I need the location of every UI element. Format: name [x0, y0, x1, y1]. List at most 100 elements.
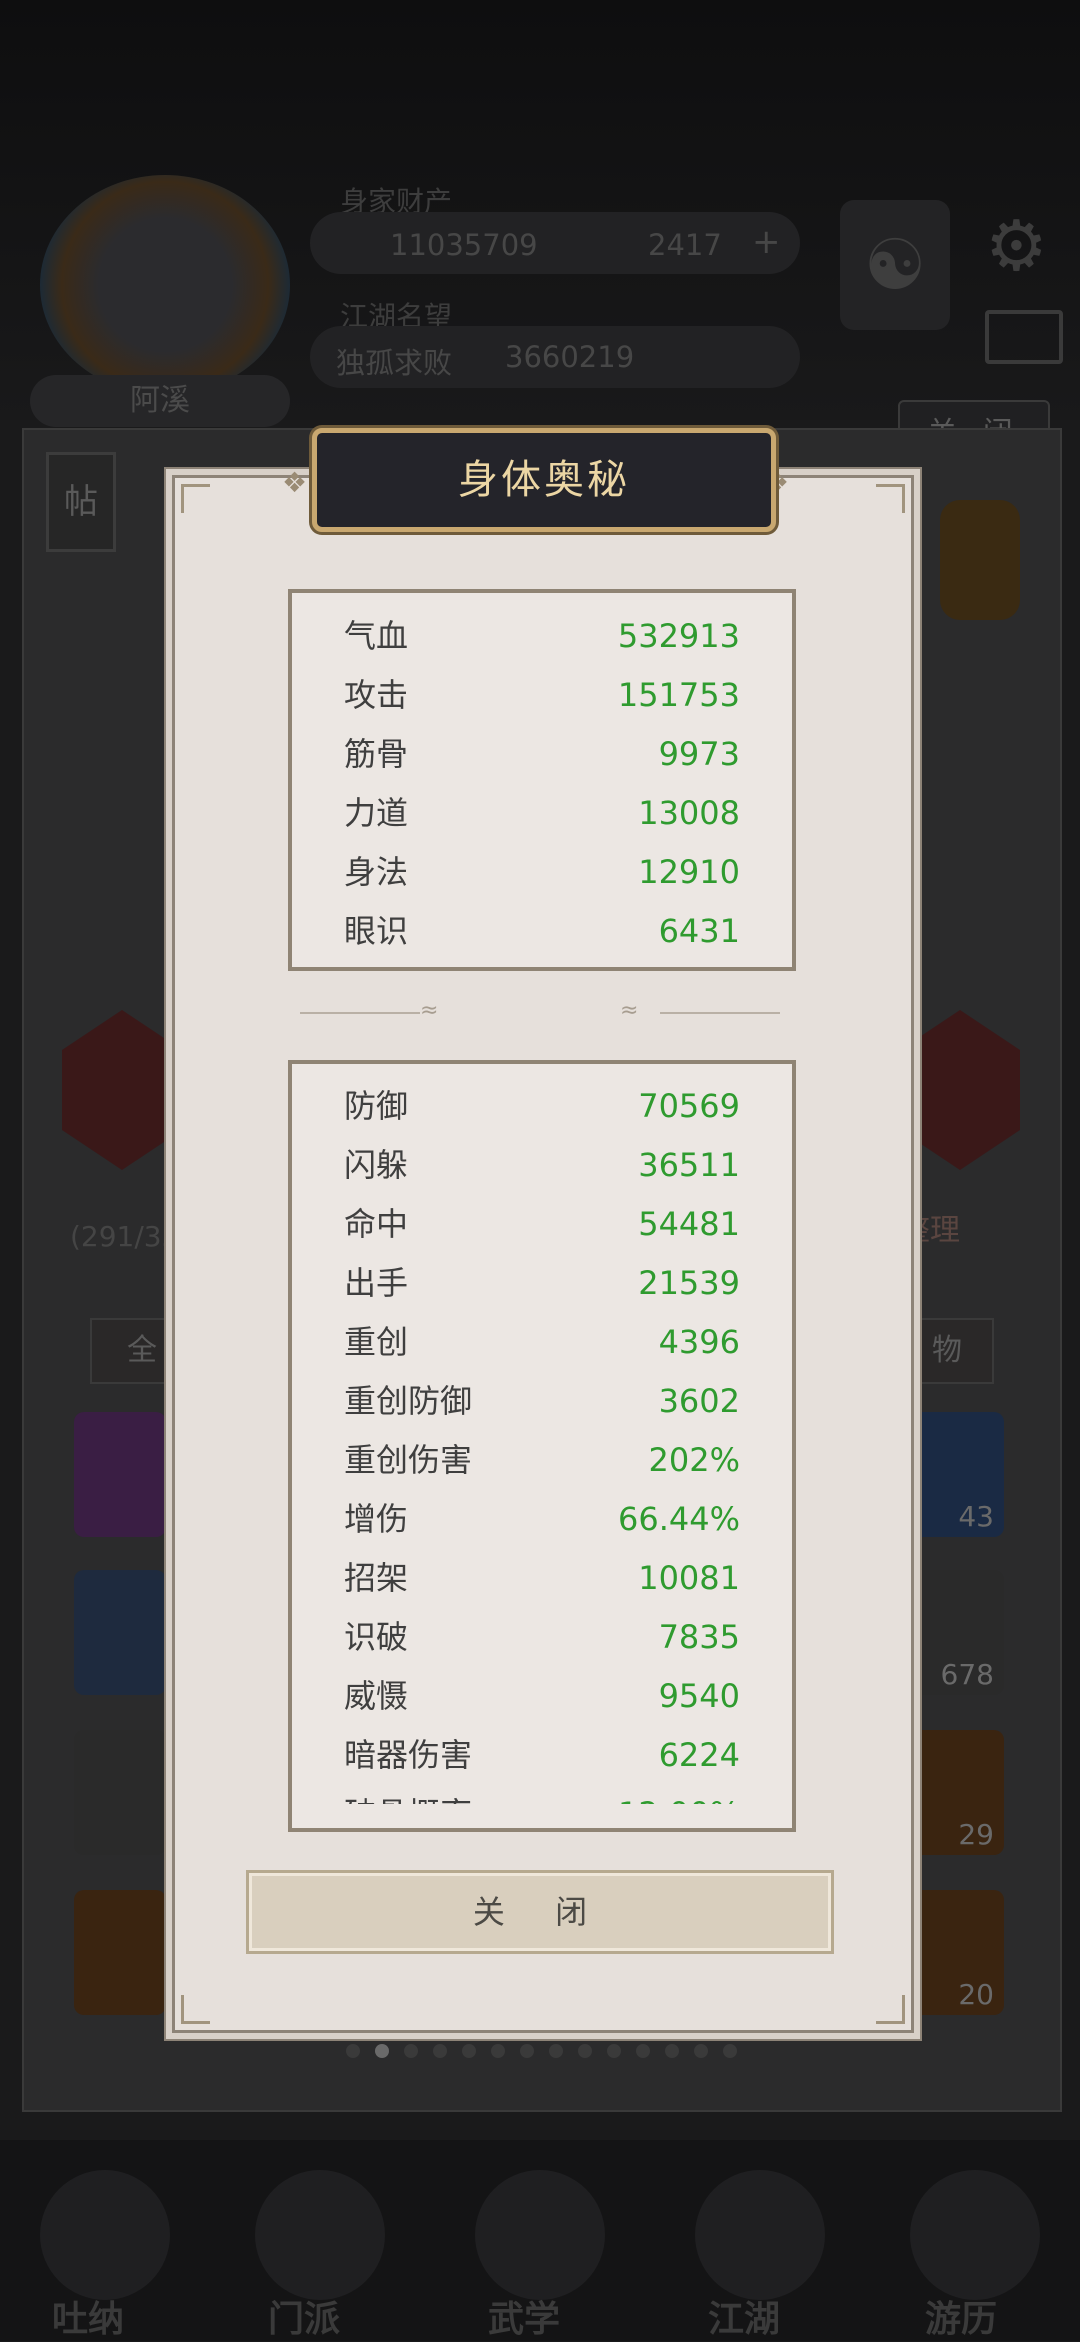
divider-line: [660, 1012, 780, 1014]
stat-row: 命中 54481: [344, 1195, 740, 1253]
stat-value: 202%: [648, 1441, 740, 1479]
gem-value: 2417: [648, 228, 722, 262]
stat-name: 识破: [344, 1618, 409, 1656]
stat-row: 破骨概率 12.00%: [344, 1785, 740, 1804]
stat-value: 13008: [638, 794, 740, 832]
stat-row: 重创 4396: [344, 1313, 740, 1371]
inventory-slot[interactable]: 29: [912, 1730, 1004, 1855]
close-button[interactable]: 关 闭: [246, 1870, 834, 1954]
base-stats-panel: 气血 532913 攻击 151753 筋骨 9973 力道 13008 身法 …: [288, 589, 796, 971]
page-dot: [723, 2044, 737, 2058]
stat-name: 重创防御: [344, 1382, 473, 1420]
divider-line: [300, 1012, 420, 1014]
coin-value: 11035709: [390, 228, 538, 262]
slot-count: 29: [958, 1818, 994, 1851]
page-dot: [433, 2044, 447, 2058]
stat-row: 重创伤害 202%: [344, 1431, 740, 1489]
stat-row: 威慑 9540: [344, 1667, 740, 1725]
player-name: 阿溪: [30, 375, 290, 427]
stat-name: 重创伤害: [344, 1441, 473, 1479]
stat-name: 力道: [344, 794, 409, 832]
stat-value: 6431: [658, 912, 740, 950]
stat-value: 151753: [617, 676, 740, 714]
stat-name: 重创: [344, 1323, 409, 1361]
page-dot: [520, 2044, 534, 2058]
stat-value: 12.00%: [618, 1785, 740, 1804]
stat-value: 21539: [638, 1264, 740, 1302]
stat-value: 12910: [638, 853, 740, 891]
inventory-slot[interactable]: 678: [912, 1570, 1004, 1695]
inventory-slot[interactable]: [74, 1730, 166, 1855]
inventory-slot[interactable]: [74, 1570, 166, 1695]
corner-ornament: [876, 1995, 905, 2024]
stat-value: 36511: [638, 1146, 740, 1184]
stat-row: 防御 70569: [344, 1077, 740, 1135]
nav-youli[interactable]: 游历: [925, 2290, 997, 2342]
stat-row: 招架 10081: [344, 1549, 740, 1607]
nav-menpai[interactable]: 门派: [268, 2290, 340, 2342]
nav-jianghu[interactable]: 江湖: [708, 2290, 780, 2342]
mail-icon[interactable]: [985, 310, 1063, 364]
inventory-slot[interactable]: [74, 1412, 166, 1537]
stat-name: 防御: [344, 1087, 409, 1125]
page-dot: [694, 2044, 708, 2058]
nav-tuna[interactable]: 吐纳: [52, 2290, 124, 2342]
stat-name: 闪躲: [344, 1146, 409, 1184]
wealth-bar: [310, 212, 800, 274]
stat-value: 6224: [658, 1736, 740, 1774]
stat-name: 招架: [344, 1559, 409, 1597]
page-dot: [491, 2044, 505, 2058]
lantern-icon[interactable]: [940, 500, 1020, 620]
stat-row: 暗器伤害 6224: [344, 1726, 740, 1784]
stat-value: 4396: [658, 1323, 740, 1361]
stat-row: 眼识 6431: [344, 902, 740, 960]
stat-value: 70569: [638, 1087, 740, 1125]
nav-art-wuxue: [475, 2170, 605, 2300]
gear-icon[interactable]: ⚙: [985, 205, 1048, 287]
page-dot: [578, 2044, 592, 2058]
stat-name: 破骨概率: [344, 1785, 472, 1804]
stat-value: 3602: [658, 1382, 740, 1420]
stat-name: 出手: [344, 1264, 409, 1302]
tab-item[interactable]: 物: [900, 1318, 994, 1384]
scroll-viewport[interactable]: 防御 70569 闪躲 36511 命中 54481 出手 21539 重创 4…: [292, 1064, 792, 1804]
bag-count: (291/33: [70, 1220, 180, 1253]
page-dot: [636, 2044, 650, 2058]
fame-title: 独孤求败: [336, 346, 453, 380]
stat-value: 66.44%: [617, 1500, 740, 1538]
stat-row: 出手 21539: [344, 1254, 740, 1312]
inventory-slot[interactable]: [74, 1890, 166, 2015]
page-dot: [462, 2044, 476, 2058]
stat-row: 力道 13008: [344, 784, 740, 842]
divider-ornament: ≈: [420, 998, 439, 1023]
title-ornament-left: ❖: [282, 466, 308, 499]
stat-value: 54481: [638, 1205, 740, 1243]
stat-row: 身法 12910: [344, 843, 740, 901]
stat-row: 攻击 151753: [344, 666, 740, 724]
nav-wuxue[interactable]: 武学: [488, 2290, 560, 2342]
slot-count: 678: [940, 1658, 994, 1691]
stat-row: 识破 7835: [344, 1608, 740, 1666]
stat-row: 闪躲 36511: [344, 1136, 740, 1194]
stat-value: 7835: [658, 1618, 740, 1656]
yinyang-icon[interactable]: ☯: [840, 200, 950, 330]
page-dot-active: [375, 2044, 389, 2058]
stat-name: 身法: [344, 853, 409, 891]
page-dot: [404, 2044, 418, 2058]
stat-value: 9973: [658, 735, 740, 773]
fame-value: 3660219: [505, 340, 635, 374]
corner-ornament: [876, 484, 905, 513]
stat-name: 气血: [344, 617, 409, 655]
stat-name: 命中: [344, 1205, 409, 1243]
avatar[interactable]: [40, 175, 290, 395]
inventory-slot[interactable]: 43: [912, 1412, 1004, 1537]
page-dot: [607, 2044, 621, 2058]
inventory-slot[interactable]: 20: [912, 1890, 1004, 2015]
page-dot: [549, 2044, 563, 2058]
stat-name: 暗器伤害: [344, 1736, 473, 1774]
combat-stats-panel[interactable]: 防御 70569 闪躲 36511 命中 54481 出手 21539 重创 4…: [288, 1060, 796, 1832]
plus-icon[interactable]: +: [752, 222, 781, 262]
page-dot: [665, 2044, 679, 2058]
stat-value: 532913: [617, 617, 740, 655]
tie-icon[interactable]: 帖: [46, 452, 116, 552]
